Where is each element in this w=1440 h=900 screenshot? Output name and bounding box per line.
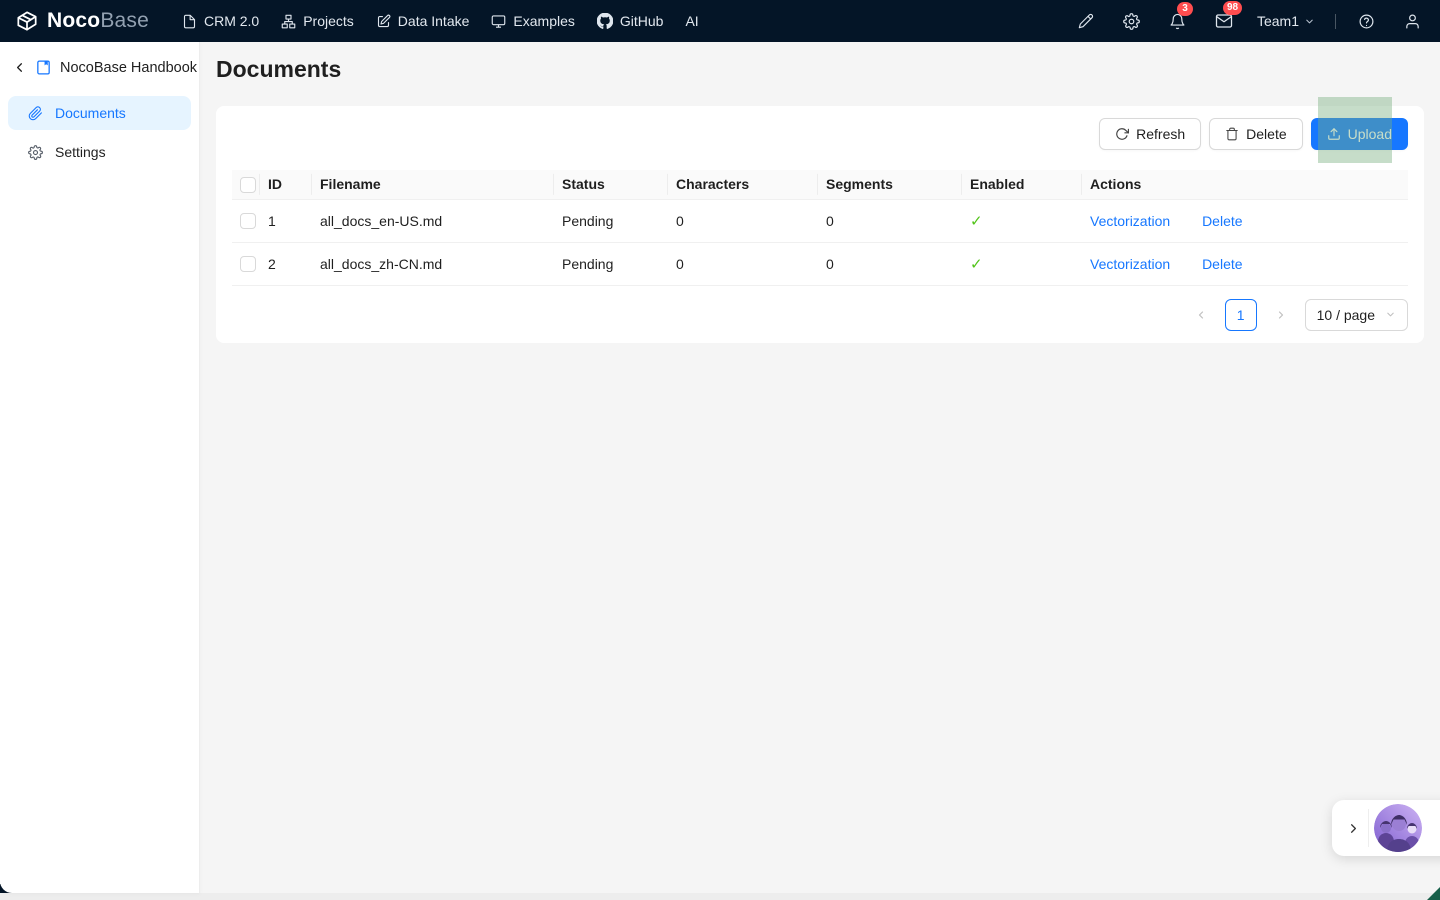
expand-chevron-icon[interactable]	[1338, 808, 1368, 848]
pagination: 1 10 / page	[232, 299, 1408, 331]
monitor-icon	[491, 14, 506, 29]
chevron-down-icon	[1385, 309, 1396, 320]
sidebar-title: NocoBase Handbook	[60, 60, 197, 76]
cell-id: 2	[260, 242, 312, 285]
page-size-select[interactable]: 10 / page	[1305, 299, 1408, 331]
cell-filename: all_docs_zh-CN.md	[312, 242, 554, 285]
gear-icon	[28, 145, 43, 160]
help-icon[interactable]	[1354, 9, 1379, 34]
select-all-checkbox[interactable]	[240, 177, 256, 193]
sidebar-item-documents[interactable]: Documents	[8, 96, 191, 130]
trash-icon	[1225, 127, 1239, 141]
delete-link[interactable]: Delete	[1202, 213, 1242, 229]
app-layout: NocoBase Handbook Documents Settin	[0, 42, 1440, 900]
column-header-characters: Characters	[668, 170, 818, 199]
assistant-widget	[1332, 800, 1440, 856]
page-number-button[interactable]: 1	[1225, 299, 1257, 331]
sidebar-header: NocoBase Handbook	[0, 42, 199, 90]
enabled-check-icon: ✓	[970, 256, 983, 273]
cell-id: 1	[260, 199, 312, 242]
column-header-segments: Segments	[818, 170, 962, 199]
column-header-enabled: Enabled	[962, 170, 1082, 199]
ui-editor-pen-icon[interactable]	[1074, 9, 1098, 33]
navbar-right: 3 98 Team1	[1053, 8, 1425, 34]
upload-button[interactable]: Upload	[1311, 118, 1408, 150]
file-icon	[182, 14, 197, 29]
nav-item-ai[interactable]: AI	[674, 0, 709, 42]
enabled-check-icon: ✓	[970, 213, 983, 230]
settings-gear-icon[interactable]	[1119, 9, 1144, 34]
form-edit-icon	[376, 14, 391, 29]
column-header-status: Status	[554, 170, 668, 199]
vectorization-link[interactable]: Vectorization	[1090, 256, 1170, 272]
nocobase-logo-icon	[14, 8, 40, 34]
sidebar: NocoBase Handbook Documents Settin	[0, 42, 200, 893]
user-profile-icon[interactable]	[1400, 9, 1425, 34]
notifications-bell-icon[interactable]: 3	[1165, 9, 1190, 34]
cell-segments: 0	[818, 242, 962, 285]
toolbar: Refresh Delete Upl	[232, 118, 1408, 150]
nav-item-github[interactable]: GitHub	[586, 0, 675, 42]
nav-item-projects[interactable]: Projects	[270, 0, 365, 42]
sidebar-item-settings[interactable]: Settings	[8, 135, 191, 169]
row-checkbox[interactable]	[240, 256, 256, 272]
chevron-down-icon	[1304, 16, 1315, 27]
upload-icon	[1327, 127, 1341, 141]
widget-divider	[1368, 809, 1369, 847]
shell-bottom-strip	[0, 893, 1440, 900]
table-row: 1 all_docs_en-US.md Pending 0 0 ✓ Vector…	[232, 199, 1408, 242]
cell-characters: 0	[668, 199, 818, 242]
table-header-row: ID Filename Status Characters Segments E…	[232, 170, 1408, 199]
paperclip-icon	[28, 106, 43, 121]
cell-status: Pending	[554, 242, 668, 285]
column-header-filename: Filename	[312, 170, 554, 199]
cell-segments: 0	[818, 199, 962, 242]
navbar-divider	[1335, 14, 1336, 29]
team-avatar[interactable]	[1374, 804, 1422, 852]
handbook-book-icon	[35, 59, 52, 76]
column-header-id: ID	[260, 170, 312, 199]
prev-page-button[interactable]	[1185, 299, 1217, 331]
cell-filename: all_docs_en-US.md	[312, 199, 554, 242]
messages-mail-icon[interactable]: 98	[1211, 8, 1237, 34]
team-selector[interactable]: Team1	[1257, 13, 1315, 29]
sitemap-icon	[281, 14, 296, 29]
nav-item-crm[interactable]: CRM 2.0	[171, 0, 270, 42]
nav-item-data-intake[interactable]: Data Intake	[365, 0, 481, 42]
column-header-actions: Actions	[1082, 170, 1408, 199]
row-checkbox[interactable]	[240, 213, 256, 229]
notification-badge: 3	[1177, 2, 1193, 16]
cell-status: Pending	[554, 199, 668, 242]
page-title: Documents	[216, 56, 1424, 83]
logo-text: NocoBase	[47, 9, 149, 33]
top-navbar: NocoBase CRM 2.0 Projects	[0, 0, 1440, 42]
refresh-icon	[1115, 127, 1129, 141]
next-page-button[interactable]	[1265, 299, 1297, 331]
main-content: Documents Refresh	[200, 42, 1440, 900]
nav-menu: CRM 2.0 Projects Data Intake	[171, 0, 710, 42]
refresh-button[interactable]: Refresh	[1099, 118, 1201, 150]
documents-table: ID Filename Status Characters Segments E…	[232, 170, 1408, 286]
table-row: 2 all_docs_zh-CN.md Pending 0 0 ✓ Vector…	[232, 242, 1408, 285]
github-icon	[597, 13, 613, 29]
back-chevron-icon[interactable]	[12, 60, 27, 75]
documents-card: Refresh Delete Upl	[216, 106, 1424, 343]
nocobase-logo[interactable]: NocoBase	[14, 8, 149, 34]
vectorization-link[interactable]: Vectorization	[1090, 213, 1170, 229]
delete-link[interactable]: Delete	[1202, 256, 1242, 272]
nav-item-examples[interactable]: Examples	[480, 0, 585, 42]
cell-characters: 0	[668, 242, 818, 285]
shell-green-corner	[1427, 887, 1440, 900]
sidebar-menu: Documents Settings	[0, 90, 199, 180]
message-badge: 98	[1223, 1, 1242, 15]
delete-button[interactable]: Delete	[1209, 118, 1302, 150]
